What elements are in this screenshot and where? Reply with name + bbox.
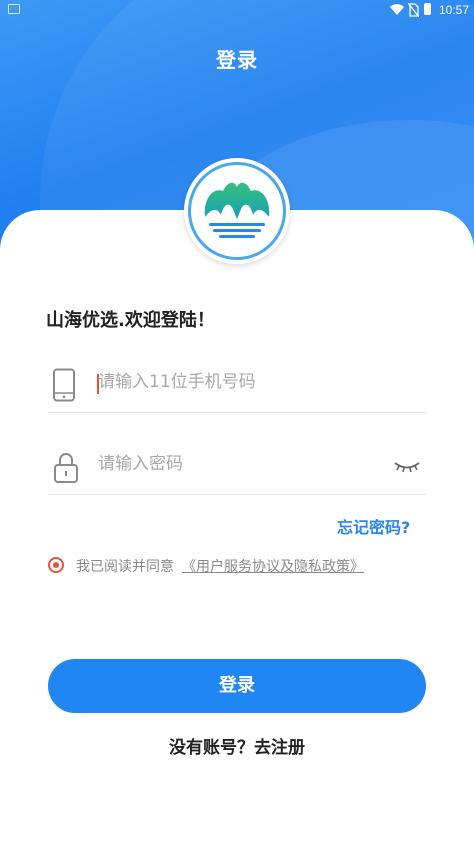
status-time: 10:57 — [439, 3, 470, 17]
eye-closed-icon[interactable] — [394, 460, 420, 474]
agreement-link[interactable]: 《用户服务协议及隐私政策》 — [182, 556, 364, 576]
no-sim-icon — [408, 3, 419, 17]
lock-icon — [54, 453, 78, 483]
notification-icon — [8, 4, 20, 14]
app-logo — [184, 158, 290, 264]
password-field[interactable] — [48, 440, 426, 495]
wifi-icon — [390, 4, 404, 16]
battery-icon — [424, 3, 431, 15]
phone-field[interactable] — [48, 358, 426, 413]
app-logo-icon — [204, 182, 270, 238]
welcome-text: 山海优选.欢迎登陆！ — [46, 310, 215, 331]
page-title: 登录 — [216, 48, 258, 72]
status-bar: 10:57 — [0, 0, 474, 20]
password-input[interactable] — [98, 454, 388, 474]
phone-input[interactable] — [98, 372, 388, 392]
login-button[interactable]: 登录 — [48, 659, 426, 713]
register-link[interactable]: 没有账号？去注册 — [0, 733, 474, 758]
phone-icon — [53, 368, 75, 402]
agreement-checkbox[interactable] — [48, 557, 64, 573]
forgot-password-link[interactable]: 忘记密码? — [337, 514, 410, 538]
agreement-text: 我已阅读并同意 — [76, 559, 174, 575]
checked-dot — [53, 562, 59, 568]
